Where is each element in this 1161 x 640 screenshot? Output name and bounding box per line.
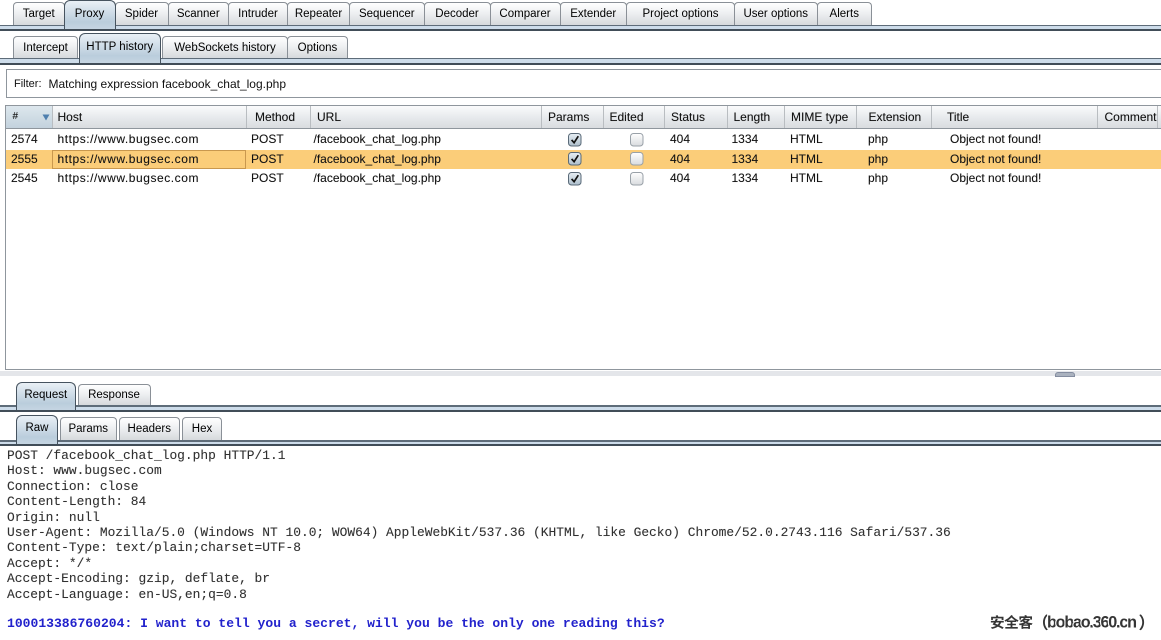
svg-text:bobao.360.cn: bobao.360.cn	[1047, 614, 1137, 632]
